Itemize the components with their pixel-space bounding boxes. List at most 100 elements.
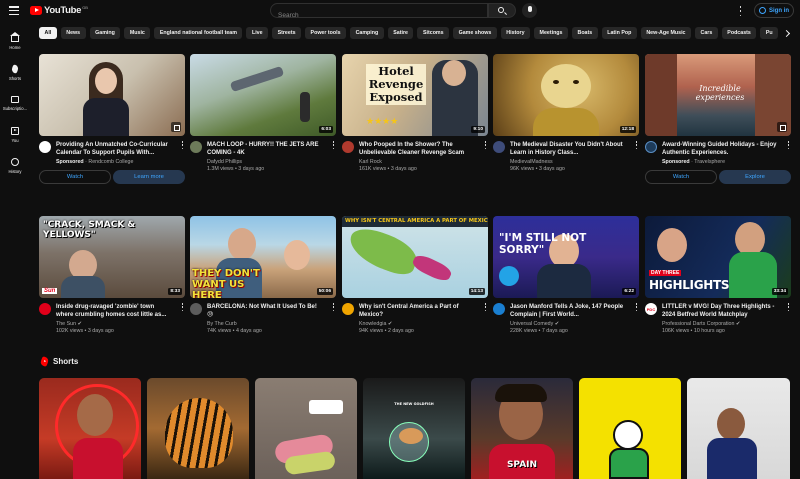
sidebar-item-shorts[interactable]: Shorts	[0, 57, 30, 88]
short-thumbnail[interactable]: THE NEW GOLDFISH	[363, 378, 465, 479]
video-card[interactable]: 12:18 The Medieval Disaster You Didn't A…	[493, 54, 639, 172]
video-title[interactable]: The Medieval Disaster You Didn't About L…	[510, 141, 626, 157]
channel-name[interactable]: Karl Rock	[359, 159, 475, 165]
watch-button[interactable]: Watch	[645, 170, 717, 184]
video-title[interactable]: Inside drug-ravaged 'zombie' town where …	[56, 303, 172, 319]
channel-name[interactable]: Universal Comedy ✔	[510, 321, 626, 327]
channel-avatar[interactable]	[493, 141, 505, 153]
more-actions-icon[interactable]	[635, 303, 638, 311]
more-actions-icon[interactable]	[181, 303, 184, 311]
channel-avatar[interactable]	[39, 141, 51, 153]
channel-avatar[interactable]: PDC	[645, 303, 657, 315]
chip-power-tools[interactable]: Power tools	[305, 27, 347, 39]
video-title[interactable]: Why isn't Central America a Part of Mexi…	[359, 303, 475, 319]
sign-in-button[interactable]: Sign in	[754, 3, 794, 18]
chip-new-age-music[interactable]: New-Age Music	[640, 27, 692, 39]
chip-sitcoms[interactable]: Sitcoms	[417, 27, 450, 39]
short-thumbnail[interactable]	[255, 378, 357, 479]
settings-menu-icon[interactable]	[739, 6, 742, 16]
video-thumbnail[interactable]: Hotel Revenge Exposed ★★★★ 9:10	[342, 54, 488, 136]
chip-live[interactable]: Live	[246, 27, 269, 39]
chip-satire[interactable]: Satire	[387, 27, 414, 39]
video-card[interactable]: Hotel Revenge Exposed ★★★★ 9:10 Who Poop…	[342, 54, 488, 172]
video-thumbnail[interactable]: 12:18	[493, 54, 639, 136]
video-thumbnail[interactable]: 6:03	[190, 54, 336, 136]
short-thumbnail[interactable]	[39, 378, 141, 479]
sidebar-item-subscriptions[interactable]: Subscriptio...	[0, 88, 30, 119]
video-thumbnail[interactable]: "CRACK, SMACK & YELLOWS" Sun 8:33	[39, 216, 185, 298]
channel-avatar[interactable]	[342, 141, 354, 153]
video-thumbnail[interactable]: "I'M STILL NOT SORRY" 6:22	[493, 216, 639, 298]
short-thumbnail[interactable]	[579, 378, 681, 479]
more-actions-icon[interactable]	[787, 141, 790, 149]
more-actions-icon[interactable]	[635, 141, 638, 149]
channel-avatar[interactable]	[190, 303, 202, 315]
video-thumbnail[interactable]	[39, 54, 185, 136]
channel-name[interactable]: By The Curb	[207, 321, 323, 327]
search-input[interactable]	[271, 9, 487, 22]
video-card[interactable]: Providing An Unmatched Co-Curricular Cal…	[39, 54, 185, 184]
chip-music[interactable]: Music	[124, 27, 151, 39]
chip-gaming[interactable]: Gaming	[89, 27, 121, 39]
video-thumbnail[interactable]: WHY ISN'T CENTRAL AMERICA A PART OF MEXI…	[342, 216, 488, 298]
channel-avatar[interactable]	[342, 303, 354, 315]
channel-name[interactable]: Knowledgia ✔	[359, 321, 475, 327]
youtube-logo[interactable]: YouTube GB	[30, 5, 88, 16]
chip-more[interactable]: Pu	[760, 27, 779, 39]
learn-more-button[interactable]: Learn more	[113, 170, 185, 184]
more-actions-icon[interactable]	[484, 303, 487, 311]
chip-game-shows[interactable]: Game shows	[453, 27, 497, 39]
channel-avatar[interactable]	[645, 141, 657, 153]
search-button[interactable]	[488, 3, 516, 18]
video-title[interactable]: BARCELONA: Not What It Used To Be! 😓	[207, 303, 323, 319]
video-thumbnail[interactable]: Incredible experiences	[645, 54, 791, 136]
video-title[interactable]: LITTLER v MVG! Day Three Highlights - 20…	[662, 303, 778, 319]
video-card[interactable]: THEY DON'T WANT US HERE 50:06 BARCELONA:…	[190, 216, 336, 334]
video-title[interactable]: Who Pooped In the Shower? The Unbelievab…	[359, 141, 475, 157]
channel-avatar[interactable]	[493, 303, 505, 315]
more-actions-icon[interactable]	[332, 141, 335, 149]
chip-camping[interactable]: Camping	[350, 27, 384, 39]
video-card[interactable]: DAY THREE HIGHLIGHTS 33:34 PDC LITTLER v…	[645, 216, 791, 334]
voice-search-button[interactable]	[522, 3, 537, 18]
video-thumbnail[interactable]: DAY THREE HIGHLIGHTS 33:34	[645, 216, 791, 298]
more-actions-icon[interactable]	[332, 303, 335, 311]
video-card[interactable]: "CRACK, SMACK & YELLOWS" Sun 8:33 Inside…	[39, 216, 185, 334]
channel-avatar[interactable]	[39, 303, 51, 315]
chevron-right-icon[interactable]	[783, 29, 791, 37]
chip-meetings[interactable]: Meetings	[534, 27, 568, 39]
short-thumbnail[interactable]	[147, 378, 249, 479]
video-card[interactable]: Incredible experiences Award-Winning Gui…	[645, 54, 791, 184]
more-actions-icon[interactable]	[787, 303, 790, 311]
more-actions-icon[interactable]	[181, 141, 184, 149]
channel-name[interactable]: Professional Darts Corporation ✔	[662, 321, 778, 327]
explore-button[interactable]: Explore	[719, 170, 791, 184]
channel-name[interactable]: The Sun ✔	[56, 321, 172, 327]
chip-latin-pop[interactable]: Latin Pop	[601, 27, 637, 39]
chip-cars[interactable]: Cars	[695, 27, 718, 39]
watch-button[interactable]: Watch	[39, 170, 111, 184]
sidebar-item-you[interactable]: You	[0, 119, 30, 150]
short-thumbnail[interactable]	[687, 378, 790, 479]
chip-england-football[interactable]: England national football team	[154, 27, 243, 39]
video-card[interactable]: "I'M STILL NOT SORRY" 6:22 Jason Manford…	[493, 216, 639, 334]
video-card[interactable]: 6:03 MACH LOOP - HURRY!! THE JETS ARE CO…	[190, 54, 336, 172]
chip-history[interactable]: History	[500, 27, 531, 39]
more-actions-icon[interactable]	[484, 141, 487, 149]
chip-news[interactable]: News	[60, 27, 86, 39]
short-thumbnail[interactable]: SPAIN	[471, 378, 573, 479]
video-thumbnail[interactable]: THEY DON'T WANT US HERE 50:06	[190, 216, 336, 298]
sidebar-item-home[interactable]: Home	[0, 26, 30, 57]
video-title[interactable]: Jason Manford Tells A Joke, 147 People C…	[510, 303, 626, 319]
sidebar-item-history[interactable]: History	[0, 150, 30, 181]
chip-boats[interactable]: Boats	[572, 27, 598, 39]
chip-podcasts[interactable]: Podcasts	[721, 27, 757, 39]
video-card[interactable]: WHY ISN'T CENTRAL AMERICA A PART OF MEXI…	[342, 216, 488, 334]
chip-all[interactable]: All	[39, 27, 57, 39]
video-title[interactable]: Providing An Unmatched Co-Curricular Cal…	[56, 141, 172, 157]
chip-streets[interactable]: Streets	[272, 27, 302, 39]
video-title[interactable]: Award-Winning Guided Holidays - Enjoy Au…	[662, 141, 778, 157]
menu-icon[interactable]	[9, 6, 19, 15]
channel-avatar[interactable]	[190, 141, 202, 153]
video-title[interactable]: MACH LOOP - HURRY!! THE JETS ARE COMING …	[207, 141, 323, 157]
